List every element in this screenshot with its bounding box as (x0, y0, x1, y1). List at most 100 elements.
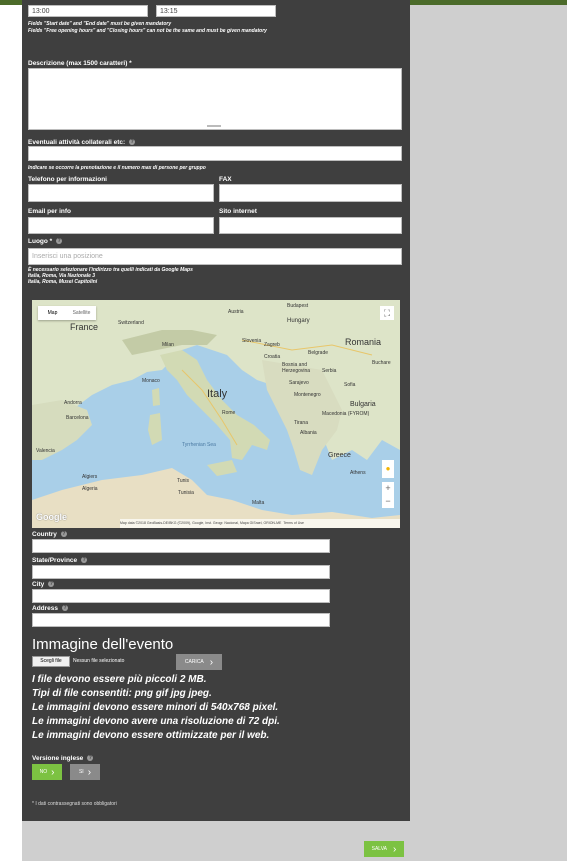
no-file-text: Nessun file selezionato (73, 658, 125, 664)
hours-rule-note: Fields "Free opening hours" and "Closing… (28, 28, 267, 34)
required-fields-note: * I dati contrassegnati sono obbligatori (32, 801, 117, 807)
map-label: Tyrrhenian Sea (182, 442, 216, 448)
map-label: Malta (252, 500, 265, 506)
collateral-input[interactable] (28, 146, 402, 161)
city-input[interactable] (32, 589, 330, 603)
chevron-right-icon: › (393, 843, 397, 855)
date-rule-note: Fields "Start date" and "End date" must … (28, 21, 172, 27)
page-margin (0, 0, 22, 861)
map-tab[interactable]: Map (38, 306, 67, 320)
description-label: Descrizione (max 1500 caratteri) * (28, 60, 132, 67)
file-rule: I file devono essere più piccoli 2 MB. (32, 674, 207, 685)
file-rule: Le immagini devono essere ottimizzate pe… (32, 730, 270, 741)
help-icon[interactable]: ? (48, 581, 55, 588)
map-label: Algiers (82, 474, 98, 480)
file-rule: Le immagini devono avere una risoluzione… (32, 716, 280, 727)
map-label: Milan (162, 342, 174, 348)
website-label: Sito internet (219, 208, 257, 215)
file-rule: Tipi di file consentiti: png gif jpg jpe… (32, 688, 212, 699)
help-icon[interactable]: ? (129, 139, 136, 146)
map-label: Croatia (264, 354, 281, 360)
map-label: Switzerland (118, 320, 144, 326)
map-label: Greece (328, 452, 351, 459)
zoom-in-button[interactable]: + (382, 482, 394, 495)
collateral-hint: Indicare se occorre la prenotazione e il… (28, 165, 206, 171)
address-input[interactable] (32, 613, 330, 627)
email-input[interactable] (28, 217, 214, 234)
satellite-tab[interactable]: Satellite (67, 306, 96, 320)
map-label: Tunisia (178, 490, 194, 496)
map-label: Macedonia (FYROM) (322, 411, 370, 417)
map-label: Romania (345, 337, 382, 347)
help-icon[interactable]: ? (56, 238, 63, 245)
map-type-control: Map Satellite (38, 306, 96, 320)
english-version-label: Versione inglese? (32, 755, 94, 762)
map-label: Tunis (177, 478, 190, 484)
chevron-right-icon: › (209, 656, 214, 668)
phone-label: Telefono per informazioni (28, 176, 107, 183)
map-label: Algeria (82, 486, 98, 492)
map-label: Monaco (142, 378, 160, 384)
map-label: Tirana (294, 420, 308, 426)
map-label: Montenegro (294, 392, 321, 398)
resize-handle[interactable] (207, 125, 221, 127)
map-label: Valencia (36, 448, 55, 454)
google-map[interactable]: Map Satellite ⛶ France Switzerland Austr… (32, 300, 400, 528)
state-input[interactable] (32, 565, 330, 579)
help-icon[interactable]: ? (81, 557, 88, 564)
save-button[interactable]: SALVA › (364, 841, 404, 857)
country-input[interactable] (32, 539, 330, 553)
help-icon[interactable]: ? (60, 531, 67, 538)
map-label: Barcelona (66, 415, 89, 421)
upload-button[interactable]: CARICA › (176, 654, 222, 670)
google-logo[interactable]: Google (36, 512, 67, 522)
chevron-right-icon: › (87, 766, 92, 778)
city-label: City? (32, 581, 55, 588)
description-textarea[interactable] (28, 68, 402, 130)
place-input[interactable]: Inserisci una posizione (28, 248, 402, 265)
map-label: Serbia (322, 368, 337, 374)
map-label: Bosnia and Herzegovina (282, 362, 311, 374)
map-label: Sofia (344, 382, 356, 388)
terms-link[interactable]: Terms of Use (283, 521, 304, 525)
fullscreen-icon[interactable]: ⛶ (380, 306, 394, 320)
file-rule: Le immagini devono essere minori di 540x… (32, 702, 279, 713)
zoom-out-button[interactable]: − (382, 495, 394, 508)
fax-label: FAX (219, 176, 232, 183)
zoom-control: + − (382, 482, 394, 508)
website-input[interactable] (219, 217, 402, 234)
map-label: Slovenia (242, 338, 262, 344)
country-label: Country? (32, 531, 67, 538)
map-attribution: Map data ©2018 GeoBasis-DE/BKG (©2009), … (120, 519, 400, 528)
image-section-title: Immagine dell'evento (32, 636, 174, 653)
email-label: Email per info (28, 208, 71, 215)
pegman-icon[interactable]: ● (382, 460, 394, 478)
end-time-input[interactable]: 13:15 (156, 5, 276, 17)
chevron-right-icon: › (51, 766, 55, 778)
map-label: Andorra (64, 400, 82, 406)
map-label: Sarajevo (289, 380, 309, 386)
map-label: Belgrade (308, 350, 329, 356)
collateral-label: Eventuali attività collaterali etc:? (28, 139, 136, 146)
fax-input[interactable] (219, 184, 402, 202)
phone-input[interactable] (28, 184, 214, 202)
map-label: Austria (228, 309, 244, 315)
map-label: Buchare (372, 360, 391, 366)
choose-file-button[interactable]: Scegli file (32, 656, 70, 667)
start-time-input[interactable]: 13:00 (28, 5, 148, 17)
english-no-button[interactable]: NO › (32, 764, 62, 780)
map-label: France (70, 322, 99, 332)
map-label: Hungary (287, 318, 310, 324)
map-label: Zagreb (264, 342, 280, 348)
map-label: Athens (350, 470, 366, 476)
address-label: Address? (32, 605, 69, 612)
english-yes-button[interactable]: SI › (70, 764, 100, 780)
help-icon[interactable]: ? (87, 755, 94, 762)
place-example-2: Italia, Roma, Musei Capitolini (28, 279, 98, 285)
event-form-panel: 13:00 13:15 Fields "Start date" and "End… (22, 0, 410, 821)
help-icon[interactable]: ? (62, 605, 69, 612)
state-label: State/Province? (32, 557, 88, 564)
map-label: Italy (207, 388, 228, 400)
map-label: Budapest (287, 303, 309, 309)
place-label: Luogo *? (28, 238, 63, 245)
